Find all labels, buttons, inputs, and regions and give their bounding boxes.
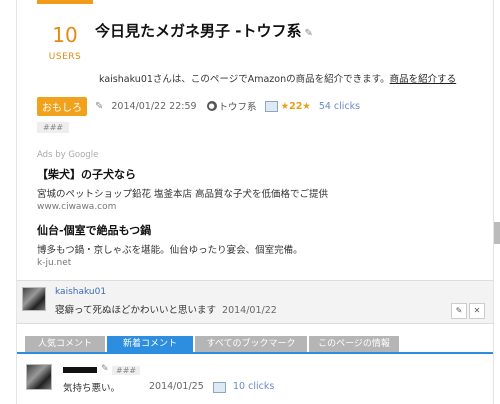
bookmark-date: 2014/01/22 22:59 xyxy=(111,100,197,112)
image-icon xyxy=(213,382,226,393)
clicks-count: 54 clicks xyxy=(318,100,361,112)
list-item: ✎ ### 気持ち悪い。 2014/01/25 10 clicks xyxy=(17,360,493,404)
users-accent-bar xyxy=(37,0,93,4)
amazon-promo: kaishaku01さんは、このページでAmazonの商品を紹介できます。商品を… xyxy=(99,71,456,85)
ad-url[interactable]: www.ciwawa.com xyxy=(37,202,477,212)
ad-item[interactable]: 仙台-個室で絶品もつ鍋 博多もつ鍋・京しゃぶを堪能。仙台ゆったり宴会、個室完備。… xyxy=(37,222,477,268)
pencil-icon[interactable]: ✎ xyxy=(304,28,312,39)
close-icon[interactable]: ✕ xyxy=(469,303,485,319)
ads-by-label[interactable]: Ads by Google xyxy=(37,150,477,160)
tab-page-info[interactable]: このページの情報 xyxy=(309,336,399,352)
edit-icon[interactable]: ✎ xyxy=(451,303,467,319)
ad-description: 宮城のペットショップ鉛花 塩釜本店 高品質な子犬を低価格でご提供 xyxy=(37,189,329,200)
tab-new[interactable]: 新着コメント xyxy=(107,336,193,352)
tab-popular[interactable]: 人気コメント xyxy=(25,336,105,352)
category-circle-icon: ● xyxy=(206,101,217,111)
comment-tabs: 人気コメント 新着コメント すべてのブックマーク このページの情報 xyxy=(17,336,493,354)
pencil-icon[interactable]: ✎ xyxy=(95,101,103,112)
comment-text: 気持ち悪い。 xyxy=(63,383,121,394)
ad-url[interactable]: k-ju.net xyxy=(37,258,477,268)
user-comment: kaishaku01 寝癖って死ぬほどかわいいと思います 2014/01/22 ✎… xyxy=(17,280,493,324)
username-redacted[interactable] xyxy=(63,367,97,373)
ad-title[interactable]: 仙台-個室で絶品もつ鍋 xyxy=(37,222,477,238)
scrollbar-handle[interactable] xyxy=(494,222,500,244)
pencil-icon[interactable]: ✎ xyxy=(101,364,109,374)
ad-item[interactable]: 【柴犬】の子犬なら 宮城のペットショップ鉛花 塩釜本店 高品質な子犬を低価格でご… xyxy=(37,166,477,212)
bookmark-meta: おもしろ ✎ 2014/01/22 22:59 ● トウフ系 ★22★ 54 c… xyxy=(37,96,361,116)
page-title: 今日見たメガネ男子 -トウフ系 ✎ xyxy=(95,20,313,41)
tag-badge[interactable]: おもしろ xyxy=(37,96,87,116)
users-label: USERS xyxy=(48,52,82,62)
clicks-count: 10 clicks xyxy=(233,381,275,392)
tab-all-bookmarks[interactable]: すべてのブックマーク xyxy=(195,336,307,352)
star-rating[interactable]: ★22★ xyxy=(281,101,311,112)
google-ads: Ads by Google 【柴犬】の子犬なら 宮城のペットショップ鉛花 塩釜本… xyxy=(37,150,477,268)
page-title-text[interactable]: 今日見たメガネ男子 -トウフ系 xyxy=(95,22,301,40)
bookmark-card: 10 USERS 今日見たメガネ男子 -トウフ系 ✎ kaishaku01さんは、… xyxy=(16,0,494,404)
comment-date: 2014/01/22 xyxy=(222,305,277,316)
comment-text: 寝癖って死ぬほどかわいいと思います xyxy=(55,305,217,316)
avatar[interactable] xyxy=(26,364,52,390)
ad-title[interactable]: 【柴犬】の子犬なら xyxy=(37,166,477,182)
comment-username[interactable]: kaishaku01 xyxy=(55,287,106,297)
comment-body: 寝癖って死ぬほどかわいいと思います 2014/01/22 xyxy=(55,302,277,316)
avatar[interactable] xyxy=(22,287,46,311)
comment-date: 2014/01/25 xyxy=(149,381,204,392)
hashtag-tag[interactable]: ### xyxy=(112,366,141,375)
promo-link[interactable]: 商品を紹介する xyxy=(390,74,457,85)
promo-text: kaishaku01さんは、このページでAmazonの商品を紹介できます。 xyxy=(99,74,390,85)
users-count: 10 xyxy=(52,23,78,47)
hashtag-tag[interactable]: ### xyxy=(37,122,70,133)
users-count-box[interactable]: 10 USERS xyxy=(37,0,93,62)
image-icon xyxy=(264,100,278,112)
ad-description: 博多もつ鍋・京しゃぶを堪能。仙台ゆったり宴会、個室完備。 xyxy=(37,245,303,256)
category-link[interactable]: トウフ系 xyxy=(219,99,257,113)
